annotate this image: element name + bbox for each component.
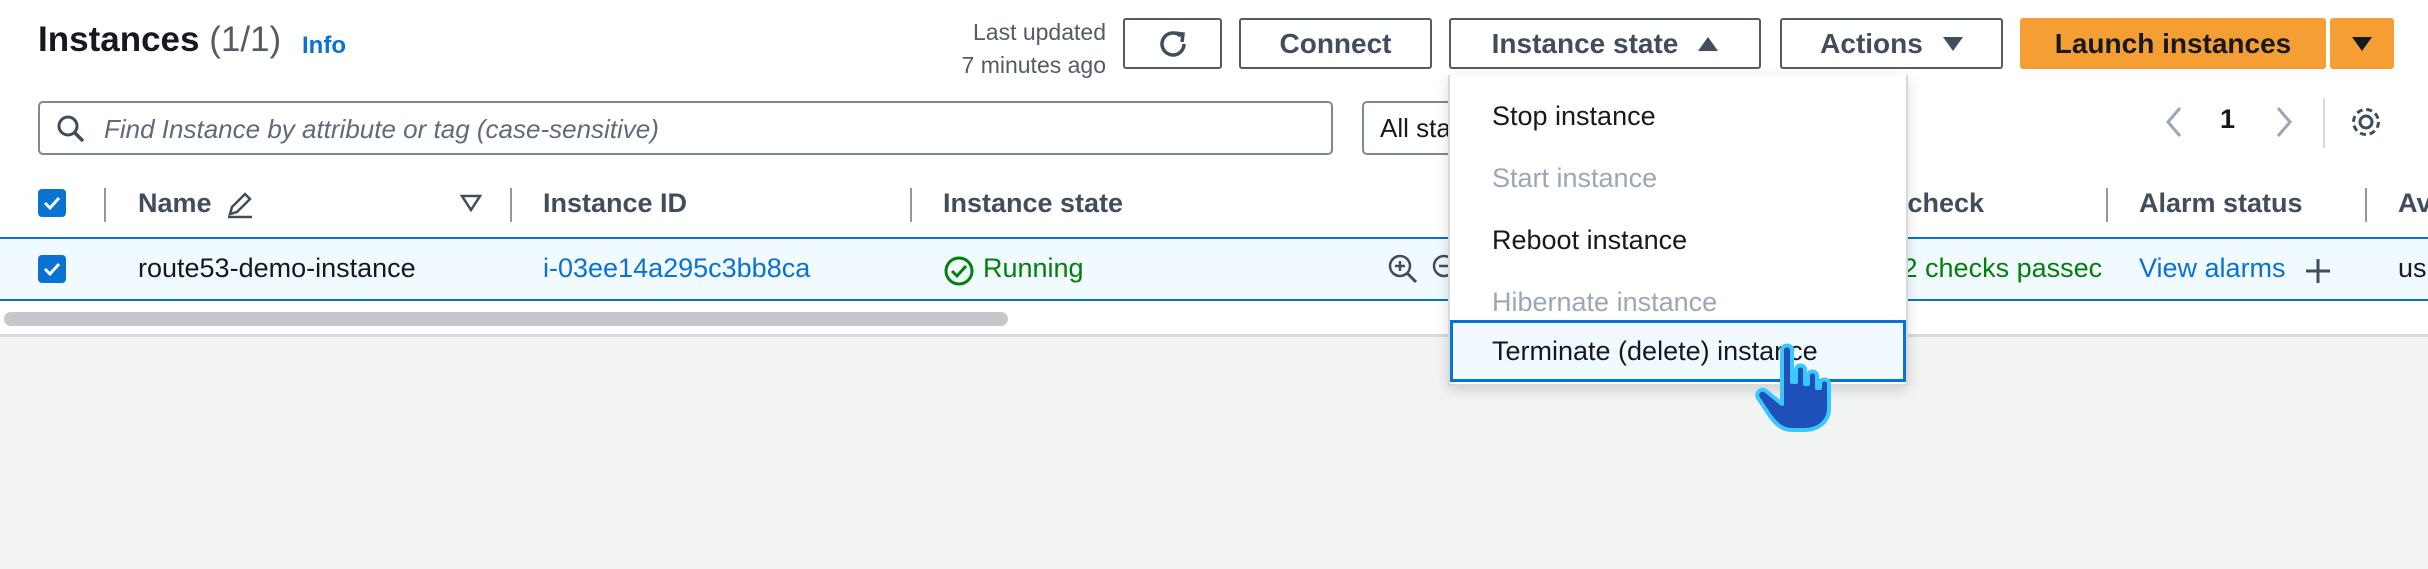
row-checkbox[interactable] — [38, 255, 66, 283]
column-divider — [910, 188, 912, 222]
last-updated: Last updated 7 minutes ago — [900, 16, 1106, 82]
column-divider — [510, 188, 512, 222]
view-alarms-link[interactable]: View alarms — [2139, 253, 2286, 284]
instance-name: route53-demo-instance — [138, 253, 416, 283]
column-divider — [104, 188, 106, 222]
refresh-icon — [1159, 30, 1186, 57]
title-text: Instances — [38, 20, 200, 59]
plus-icon[interactable] — [2303, 256, 2333, 286]
instance-state-menu: Stop instance Start instance Reboot inst… — [1448, 75, 1908, 386]
connect-label: Connect — [1279, 27, 1392, 59]
horizontal-scrollbar[interactable] — [4, 312, 1008, 326]
search-bar[interactable] — [38, 101, 1333, 155]
page-title: Instances (1/1) — [38, 20, 281, 60]
gear-icon[interactable] — [2348, 104, 2384, 140]
sort-icon[interactable] — [460, 192, 482, 214]
select-all-checkbox[interactable] — [38, 189, 66, 217]
zoom-in-icon[interactable] — [1387, 253, 1419, 285]
column-header-instance-state[interactable]: Instance state — [943, 178, 1123, 228]
column-divider — [2365, 188, 2367, 222]
table-row[interactable]: route53-demo-instance i-03ee14a295c3bb8c… — [0, 237, 2428, 301]
instance-state-button[interactable]: Instance state — [1449, 18, 1761, 69]
menu-item-start-instance: Start instance — [1492, 163, 1658, 193]
chevron-down-icon — [2352, 36, 2372, 51]
chevron-down-icon — [1942, 36, 1963, 51]
chevron-right-icon[interactable] — [2272, 104, 2296, 140]
state-filter-select[interactable]: All sta — [1362, 101, 1452, 155]
hand-pointer-cursor-icon — [1755, 343, 1831, 432]
actions-button[interactable]: Actions — [1780, 18, 2003, 69]
refresh-button[interactable] — [1123, 18, 1222, 69]
launch-instances-label: Launch instances — [2054, 27, 2292, 59]
launch-instances-button[interactable]: Launch instances — [2020, 18, 2326, 69]
actions-label: Actions — [1820, 27, 1923, 59]
menu-item-terminate-instance[interactable]: Terminate (delete) instance — [1450, 320, 1906, 382]
checkmark-icon — [43, 262, 61, 277]
instances-panel: Instances (1/1) Info Last updated 7 minu… — [0, 0, 2428, 337]
instance-state-status: Running — [983, 253, 1084, 283]
instance-count: (1/1) — [209, 20, 282, 59]
connect-button[interactable]: Connect — [1239, 18, 1432, 69]
info-link[interactable]: Info — [302, 32, 346, 60]
status-check-value: 2/2 checks passec — [1880, 253, 2103, 283]
current-page[interactable]: 1 — [2220, 104, 2235, 135]
menu-item-reboot-instance[interactable]: Reboot instance — [1450, 209, 1906, 271]
column-header-instance-id[interactable]: Instance ID — [543, 178, 687, 228]
column-header-availability-zone[interactable]: Av — [2398, 178, 2428, 228]
chevron-left-icon[interactable] — [2162, 104, 2186, 140]
last-updated-label: Last updated — [972, 19, 1106, 45]
pager-divider — [2323, 98, 2325, 148]
table-header: Name Instance ID Instance state s check … — [0, 178, 2428, 228]
search-icon — [57, 115, 85, 143]
column-divider — [2106, 188, 2108, 222]
caret-up-icon — [1698, 36, 1719, 51]
instance-id-link[interactable]: i-03ee14a295c3bb8ca — [543, 253, 810, 284]
availability-zone-value: us — [2398, 253, 2427, 283]
column-name-label: Name — [138, 188, 212, 218]
check-circle-icon — [944, 256, 974, 286]
instance-state-label: Instance state — [1491, 27, 1679, 59]
column-header-alarm-status[interactable]: Alarm status — [2139, 178, 2303, 228]
search-input[interactable] — [102, 103, 1306, 155]
menu-item-stop-instance[interactable]: Stop instance — [1450, 85, 1906, 147]
checkmark-icon — [43, 196, 61, 211]
column-header-name[interactable]: Name — [138, 178, 212, 228]
launch-options-button[interactable] — [2330, 18, 2394, 69]
last-updated-time: 7 minutes ago — [961, 52, 1106, 78]
edit-icon — [228, 192, 252, 219]
